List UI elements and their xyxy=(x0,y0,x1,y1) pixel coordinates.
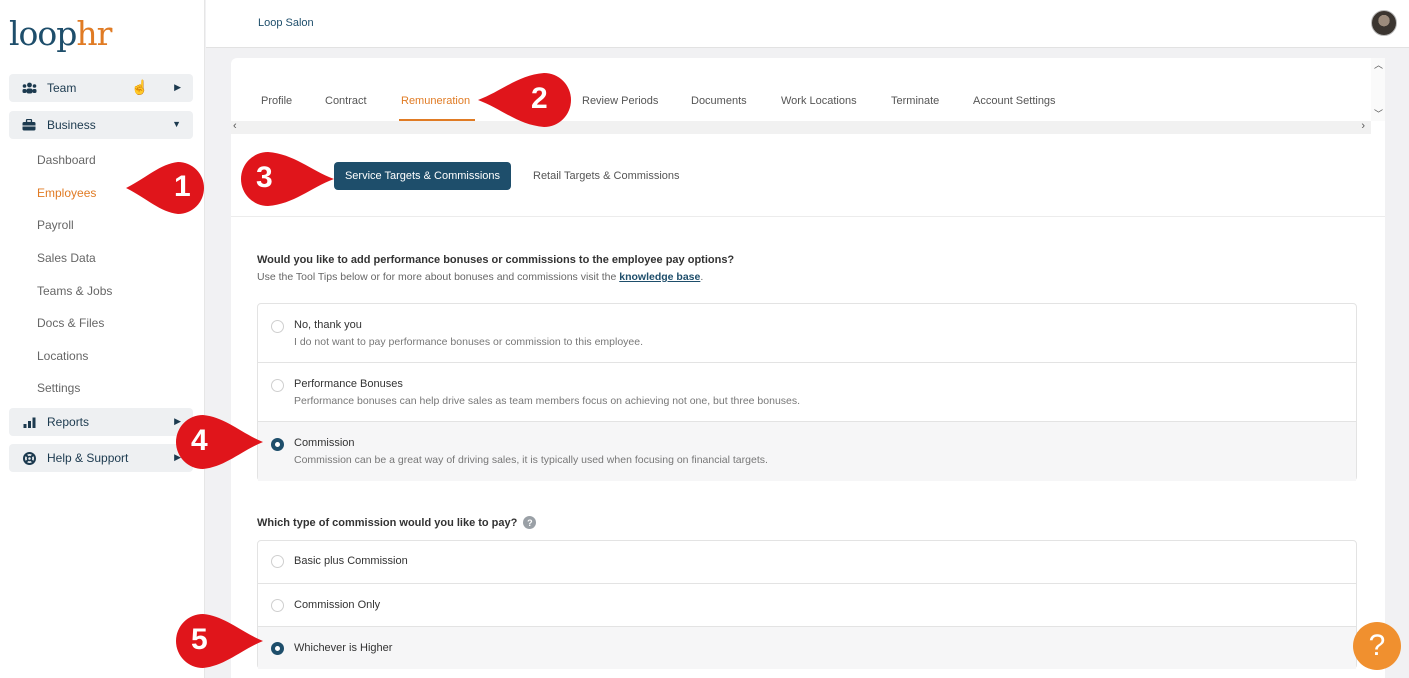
sidebar-group-business[interactable]: Business ▼ xyxy=(9,111,193,139)
sidebar-item-teams-jobs[interactable]: Teams & Jobs xyxy=(37,284,112,298)
option-basic-plus-commission[interactable]: Basic plus Commission xyxy=(258,541,1356,583)
radio-button[interactable] xyxy=(271,379,284,392)
sidebar-item-settings[interactable]: Settings xyxy=(37,381,80,395)
sidebar-item-dashboard[interactable]: Dashboard xyxy=(37,153,96,167)
help-chat-button[interactable]: ? xyxy=(1353,622,1401,670)
vertical-scrollbar[interactable]: ︿ ﹀ xyxy=(1371,58,1385,121)
callout-3: 3 xyxy=(238,150,334,213)
tab-contract[interactable]: Contract xyxy=(325,95,367,107)
option-commission-only[interactable]: Commission Only xyxy=(258,583,1356,626)
help-tooltip-icon[interactable]: ? xyxy=(523,516,537,529)
option-whichever-is-higher[interactable]: Whichever is Higher xyxy=(258,626,1356,669)
option-title: Performance Bonuses xyxy=(294,378,403,390)
scroll-up-icon[interactable]: ︿ xyxy=(1374,58,1383,71)
radio-button[interactable] xyxy=(271,555,284,568)
briefcase-icon xyxy=(21,119,37,131)
option-description: Performance bonuses can help drive sales… xyxy=(294,395,801,407)
option-title: No, thank you xyxy=(294,319,362,331)
sidebar-group-label: Reports xyxy=(47,415,90,429)
sidebar-group-help[interactable]: Help & Support ▶ xyxy=(9,444,193,472)
hand-cursor-icon: ☝ xyxy=(131,79,149,95)
option-title: Commission Only xyxy=(294,599,381,611)
radio-button[interactable] xyxy=(271,320,284,333)
subtab-service-targets[interactable]: Service Targets & Commissions xyxy=(334,162,511,190)
tab-review-periods[interactable]: Review Periods xyxy=(582,95,658,107)
sidebar-item-payroll[interactable]: Payroll xyxy=(37,218,74,232)
sidebar-item-locations[interactable]: Locations xyxy=(37,349,88,363)
radio-button-selected[interactable] xyxy=(271,642,284,655)
commission-type-group: Basic plus Commission Commission Only Wh… xyxy=(257,540,1357,669)
option-description: I do not want to pay performance bonuses… xyxy=(294,336,644,348)
option-performance-bonuses[interactable]: Performance Bonuses Performance bonuses … xyxy=(258,362,1356,421)
scroll-down-icon[interactable]: ﹀ xyxy=(1374,107,1383,120)
tab-profile[interactable]: Profile xyxy=(261,95,292,107)
question-bonus-commission: Would you like to add performance bonuse… xyxy=(257,254,735,266)
chevron-right-icon: ▶ xyxy=(174,82,181,92)
scroll-left-icon[interactable]: ‹ xyxy=(233,120,237,132)
radio-button-selected[interactable] xyxy=(271,438,284,451)
option-description: Commission can be a great way of driving… xyxy=(294,454,768,466)
sidebar-group-team[interactable]: Team ☝ ▶ xyxy=(9,74,193,102)
sidebar-group-label: Team xyxy=(47,81,77,95)
tab-terminate[interactable]: Terminate xyxy=(891,95,939,107)
radio-button[interactable] xyxy=(271,599,284,612)
question-commission-type: Which type of commission would you like … xyxy=(257,516,537,529)
tab-account-settings[interactable]: Account Settings xyxy=(973,95,1056,107)
question-title: Which type of commission would you like … xyxy=(257,516,518,529)
callout-4: 4 xyxy=(173,413,263,476)
pay-option-group: No, thank you I do not want to pay perfo… xyxy=(257,303,1357,481)
sidebar-item-employees[interactable]: Employees xyxy=(37,186,96,200)
company-name[interactable]: Loop Salon xyxy=(258,17,314,29)
subtab-bar: Service Targets & Commissions Retail Tar… xyxy=(231,136,1385,217)
tab-remuneration[interactable]: Remuneration xyxy=(401,95,470,107)
sidebar: loophr Team ☝ ▶ Business ▼ Dashboard Emp… xyxy=(0,0,205,678)
subtab-retail-targets[interactable]: Retail Targets & Commissions xyxy=(533,170,680,182)
tab-work-locations[interactable]: Work Locations xyxy=(781,95,857,107)
employee-card: Profile Contract Remuneration Review Per… xyxy=(231,58,1385,678)
option-commission[interactable]: Commission Commission can be a great way… xyxy=(258,421,1356,481)
callout-2: 2 xyxy=(478,71,576,134)
avatar[interactable] xyxy=(1371,10,1397,36)
horizontal-scrollbar[interactable]: ‹ › xyxy=(231,120,1371,134)
team-icon xyxy=(21,82,37,94)
knowledge-base-link[interactable]: knowledge base xyxy=(619,271,700,283)
scroll-right-icon[interactable]: › xyxy=(1361,120,1365,132)
option-no-thanks[interactable]: No, thank you I do not want to pay perfo… xyxy=(258,304,1356,362)
sidebar-group-label: Business xyxy=(47,118,96,132)
lifebuoy-icon xyxy=(21,451,37,465)
chevron-down-icon: ▼ xyxy=(172,119,181,129)
tab-bar: Profile Contract Remuneration Review Per… xyxy=(231,58,1385,136)
bar-chart-icon xyxy=(21,417,37,428)
topbar: Loop Salon xyxy=(206,0,1409,48)
option-title: Whichever is Higher xyxy=(294,642,393,654)
question-subtitle: Use the Tool Tips below or for more abou… xyxy=(257,271,704,283)
tab-documents[interactable]: Documents xyxy=(691,95,747,107)
sidebar-item-sales-data[interactable]: Sales Data xyxy=(37,251,96,265)
sidebar-group-label: Help & Support xyxy=(47,451,129,465)
callout-5: 5 xyxy=(173,612,263,675)
sidebar-item-docs-files[interactable]: Docs & Files xyxy=(37,316,104,330)
option-title: Basic plus Commission xyxy=(294,555,408,567)
callout-1: 1 xyxy=(126,160,208,221)
sidebar-group-reports[interactable]: Reports ▶ xyxy=(9,408,193,436)
loophr-logo[interactable]: loophr xyxy=(9,14,112,53)
option-title: Commission xyxy=(294,437,355,449)
